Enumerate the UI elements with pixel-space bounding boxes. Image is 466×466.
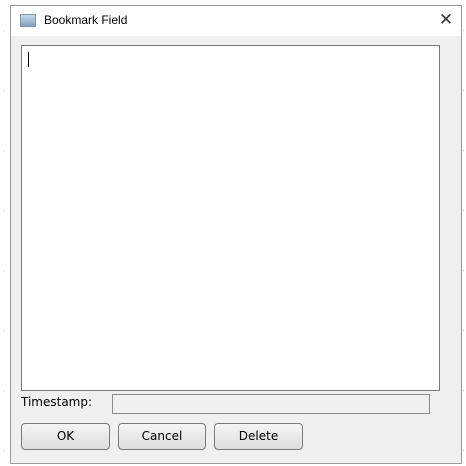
app-window-icon xyxy=(20,14,36,27)
delete-button[interactable]: Delete xyxy=(214,423,303,450)
close-icon[interactable]: ✕ xyxy=(435,9,457,31)
background-line xyxy=(463,0,464,466)
window-title: Bookmark Field xyxy=(44,13,128,27)
text-caret xyxy=(28,52,29,67)
bookmark-text-area[interactable] xyxy=(21,45,440,391)
background-line xyxy=(3,0,4,466)
title-bar[interactable]: Bookmark Field ✕ xyxy=(11,6,461,36)
bookmark-field-dialog: Bookmark Field ✕ Timestamp: OK Cancel De… xyxy=(10,5,462,464)
timestamp-field xyxy=(112,394,430,414)
cancel-button[interactable]: Cancel xyxy=(118,423,206,450)
ok-button[interactable]: OK xyxy=(21,423,110,450)
timestamp-label: Timestamp: xyxy=(21,395,93,409)
